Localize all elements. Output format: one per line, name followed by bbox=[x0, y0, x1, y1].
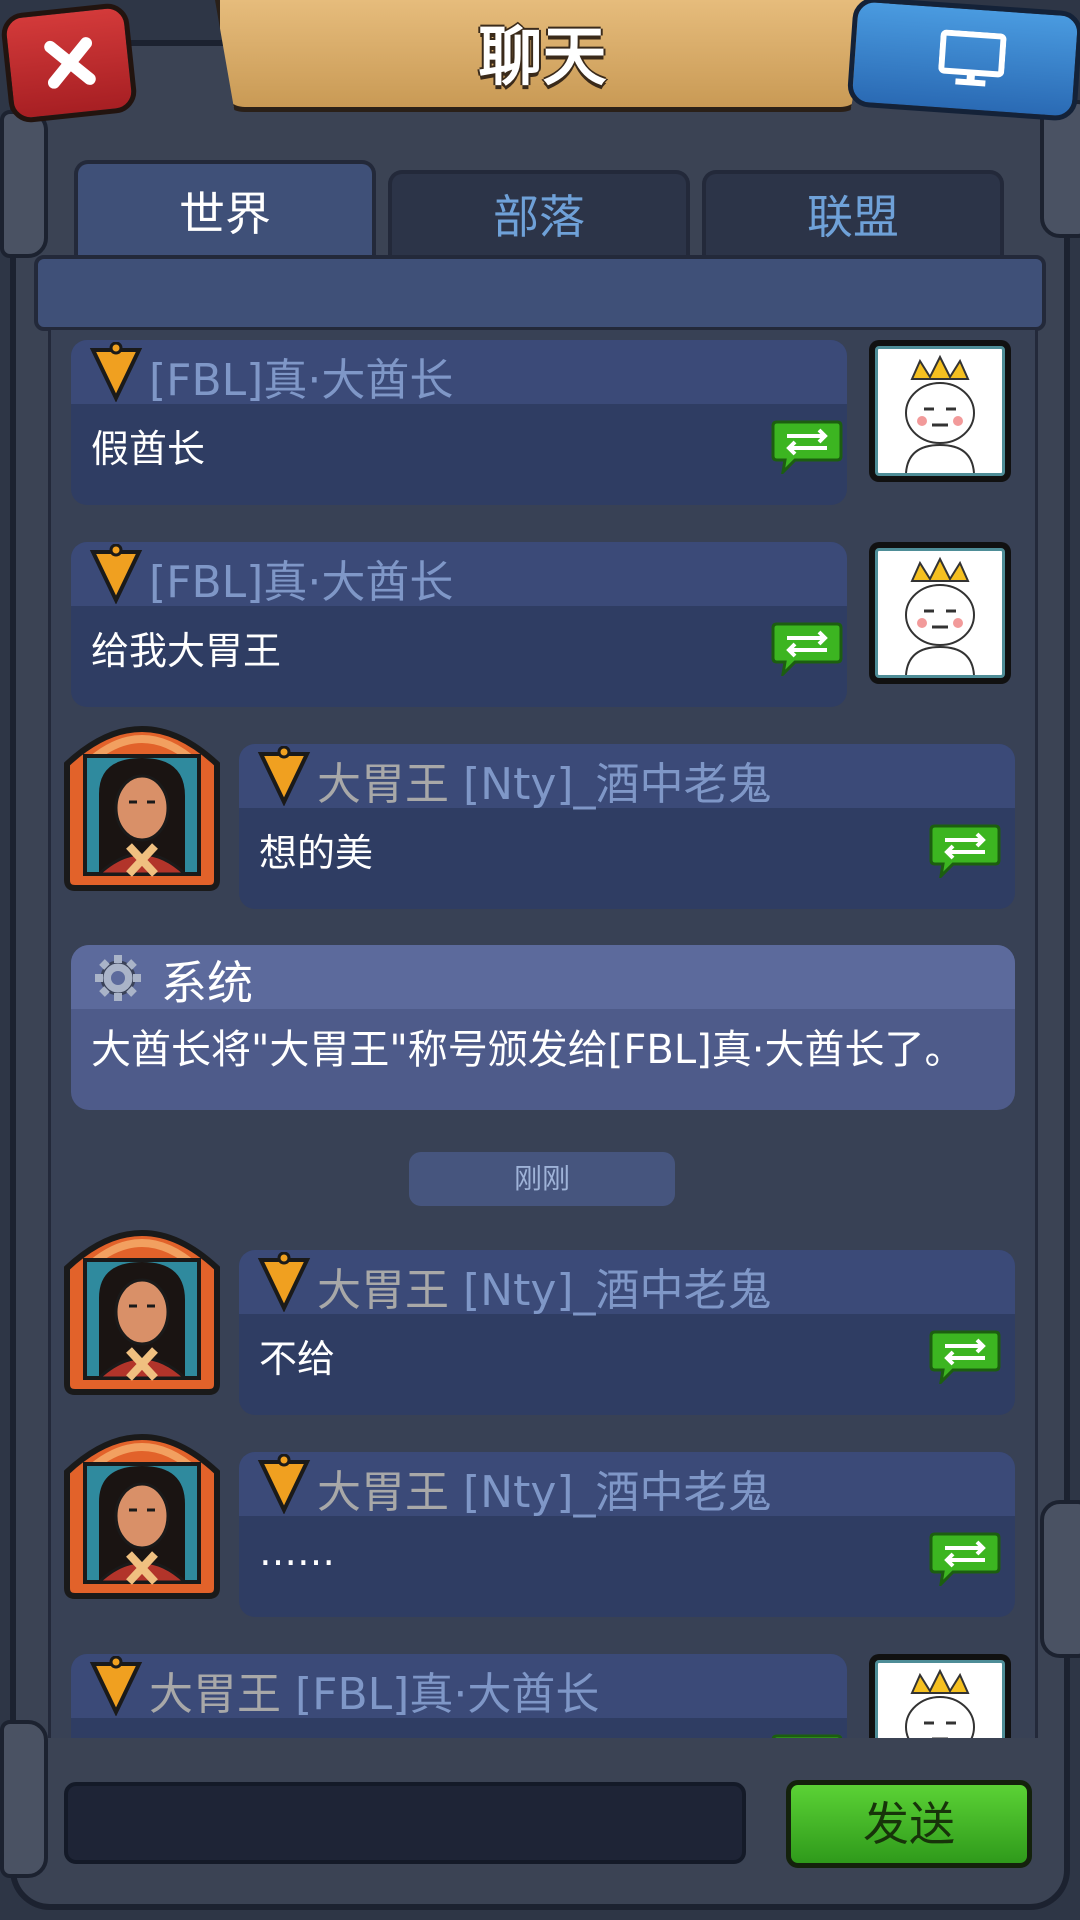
chat-message: 大胃王 [Nty]_酒中老鬼 不给 bbox=[239, 1250, 1015, 1415]
page-title: 聊天 bbox=[478, 21, 607, 95]
frame-rock-decoration bbox=[1040, 100, 1080, 238]
bunny-king-avatar-icon bbox=[905, 354, 975, 473]
rank-badge-icon bbox=[257, 746, 311, 806]
monitor-icon bbox=[938, 29, 1007, 87]
avatar[interactable] bbox=[59, 704, 225, 892]
share-icon[interactable] bbox=[929, 1530, 1001, 1586]
chat-message-list[interactable]: [FBL]真·大酋长 假酋长 [FBL]真·大酋长 给我大胃王 大胃王 [Nty… bbox=[48, 330, 1038, 1738]
system-message: 系统 大酋长将"大胃王"称号颁发给[FBL]真·大酋长了。 bbox=[71, 945, 1015, 1110]
sender-name: 大胃王 [FBL]真·大酋长 bbox=[149, 1669, 600, 1720]
chat-message: [FBL]真·大酋长 假酋长 bbox=[71, 340, 847, 505]
message-text: 给我大胃王 bbox=[91, 629, 282, 673]
tab-tribe[interactable]: 部落 bbox=[388, 170, 690, 262]
sender-name: 大胃王 [Nty]_酒中老鬼 bbox=[317, 1467, 772, 1518]
chat-message: 大胃王 [Nty]_酒中老鬼 想的美 bbox=[239, 744, 1015, 909]
tab-content-header bbox=[34, 255, 1046, 331]
avatar[interactable] bbox=[59, 1412, 225, 1600]
frame-rock-decoration bbox=[1040, 1500, 1080, 1658]
chat-message: [FBL]真·大酋长 给我大胃王 bbox=[71, 542, 847, 707]
sender-name: [FBL]真·大酋长 bbox=[149, 557, 454, 608]
tab-world[interactable]: 世界 bbox=[74, 160, 376, 262]
chat-input[interactable] bbox=[64, 1782, 746, 1864]
bunny-king-avatar-icon bbox=[905, 556, 975, 675]
close-button[interactable] bbox=[0, 1, 139, 125]
message-text: 假酋长 bbox=[91, 427, 206, 471]
share-icon[interactable] bbox=[771, 418, 843, 474]
title-banner: 聊天 bbox=[215, 0, 870, 112]
avatar[interactable] bbox=[59, 1208, 225, 1396]
rank-badge-icon bbox=[89, 342, 143, 402]
send-button[interactable]: 发送 bbox=[786, 1780, 1032, 1868]
sender-name: 大胃王 [Nty]_酒中老鬼 bbox=[317, 1265, 772, 1316]
close-icon bbox=[44, 37, 96, 89]
screen-button[interactable] bbox=[846, 0, 1080, 122]
avatar[interactable] bbox=[869, 542, 1011, 684]
warrior-avatar-icon bbox=[64, 1434, 220, 1599]
sender-name: [FBL]真·大酋长 bbox=[149, 355, 454, 406]
share-icon[interactable] bbox=[929, 822, 1001, 878]
share-icon[interactable] bbox=[929, 1328, 1001, 1384]
gear-icon bbox=[95, 955, 141, 1001]
tab-alliance[interactable]: 联盟 bbox=[702, 170, 1004, 262]
avatar[interactable] bbox=[869, 340, 1011, 482]
sender-name: 大胃王 [Nty]_酒中老鬼 bbox=[317, 759, 772, 810]
frame-rock-decoration bbox=[0, 1720, 48, 1878]
timestamp: 刚刚 bbox=[409, 1152, 675, 1206]
rank-badge-icon bbox=[257, 1454, 311, 1514]
system-label: 系统 bbox=[161, 956, 253, 1010]
message-text: 不给 bbox=[259, 1337, 336, 1381]
bunny-king-avatar-icon bbox=[905, 1668, 975, 1738]
avatar[interactable] bbox=[869, 1654, 1011, 1738]
channel-tabs: 世界 部落 联盟 bbox=[74, 160, 1004, 262]
warrior-avatar-icon bbox=[64, 726, 220, 891]
share-icon[interactable] bbox=[771, 1732, 843, 1738]
system-message-text: 大酋长将"大胃王"称号颁发给[FBL]真·大酋长了。 bbox=[91, 1027, 965, 1073]
warrior-avatar-icon bbox=[64, 1230, 220, 1395]
frame-rock-decoration bbox=[0, 110, 48, 258]
share-icon[interactable] bbox=[771, 620, 843, 676]
message-text: …… bbox=[259, 1530, 335, 1574]
rank-badge-icon bbox=[89, 544, 143, 604]
chat-message: 大胃王 [FBL]真·大酋长 bbox=[71, 1654, 847, 1738]
chat-message: 大胃王 [Nty]_酒中老鬼 …… bbox=[239, 1452, 1015, 1617]
rank-badge-icon bbox=[257, 1252, 311, 1312]
rank-badge-icon bbox=[89, 1656, 143, 1716]
message-text: 想的美 bbox=[259, 831, 374, 875]
